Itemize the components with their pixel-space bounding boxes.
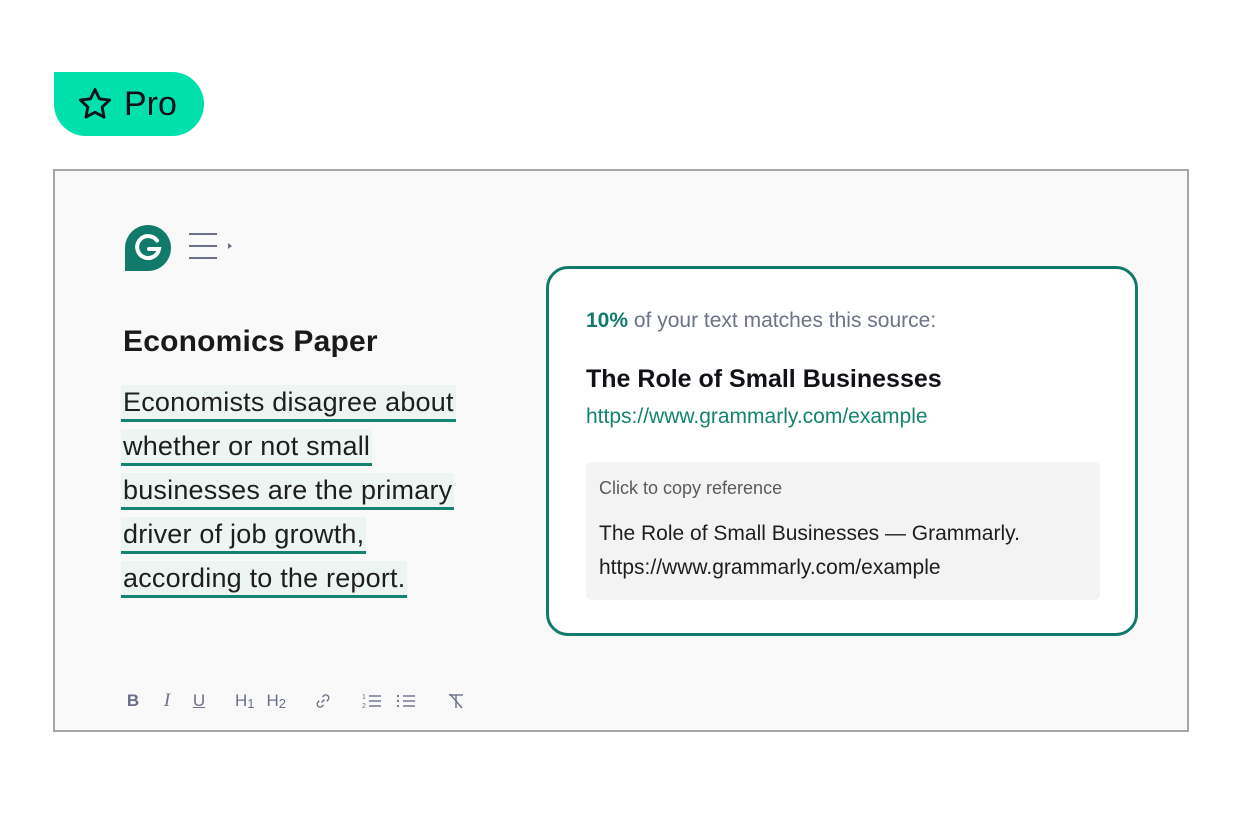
formatting-toolbar: B I U H1 H2 1 2 — [125, 689, 466, 713]
svg-text:2: 2 — [362, 703, 366, 710]
grammarly-logo[interactable] — [125, 225, 171, 271]
highlighted-text-line[interactable]: according to the report. — [121, 561, 408, 598]
ordered-list-button[interactable]: 1 2 — [362, 689, 382, 713]
ordered-list-icon: 1 2 — [362, 694, 382, 710]
bold-button[interactable]: B — [125, 689, 141, 713]
source-url-link[interactable]: https://www.grammarly.com/example — [586, 405, 928, 429]
link-icon — [316, 694, 330, 708]
plagiarism-source-card: 10% of your text matches this source: Th… — [546, 266, 1138, 636]
match-percent: 10% — [586, 309, 629, 332]
source-title: The Role of Small Businesses — [586, 365, 942, 393]
bullet-list-icon — [396, 694, 416, 708]
menu-expand-icon[interactable] — [189, 231, 235, 261]
clear-formatting-icon — [449, 693, 464, 709]
pro-label: Pro — [124, 84, 177, 123]
match-summary: 10% of your text matches this source: — [586, 309, 936, 333]
reference-line: The Role of Small Businesses — Grammarly… — [599, 522, 1020, 545]
italic-button[interactable]: I — [159, 689, 175, 713]
link-button[interactable] — [314, 689, 332, 713]
document-title[interactable]: Economics Paper — [123, 325, 378, 359]
bullet-list-button[interactable] — [396, 689, 416, 713]
highlighted-text-line[interactable]: Economists disagree about — [121, 385, 456, 422]
reference-text: The Role of Small Businesses — Grammarly… — [599, 517, 1087, 585]
match-text: of your text matches this source: — [628, 309, 937, 332]
editor-frame: Economics Paper Economists disagree abou… — [53, 169, 1189, 732]
highlighted-text-line[interactable]: whether or not small — [121, 429, 373, 466]
heading-1-button[interactable]: H1 — [235, 689, 255, 713]
star-outline-icon — [79, 88, 111, 119]
copy-reference-label: Click to copy reference — [599, 478, 783, 498]
pro-badge: Pro — [54, 72, 204, 136]
svg-text:1: 1 — [362, 694, 366, 701]
heading-2-button[interactable]: H2 — [267, 689, 287, 713]
highlighted-text-line[interactable]: businesses are the primary — [121, 473, 455, 510]
underline-button[interactable]: U — [191, 689, 207, 713]
copy-reference-button[interactable]: Click to copy reference The Role of Smal… — [586, 462, 1100, 600]
highlighted-text-line[interactable]: driver of job growth, — [121, 517, 367, 554]
document-body[interactable]: Economists disagree about whether or not… — [121, 385, 501, 605]
reference-line: https://www.grammarly.com/example — [599, 556, 941, 579]
clear-formatting-button[interactable] — [446, 689, 466, 713]
